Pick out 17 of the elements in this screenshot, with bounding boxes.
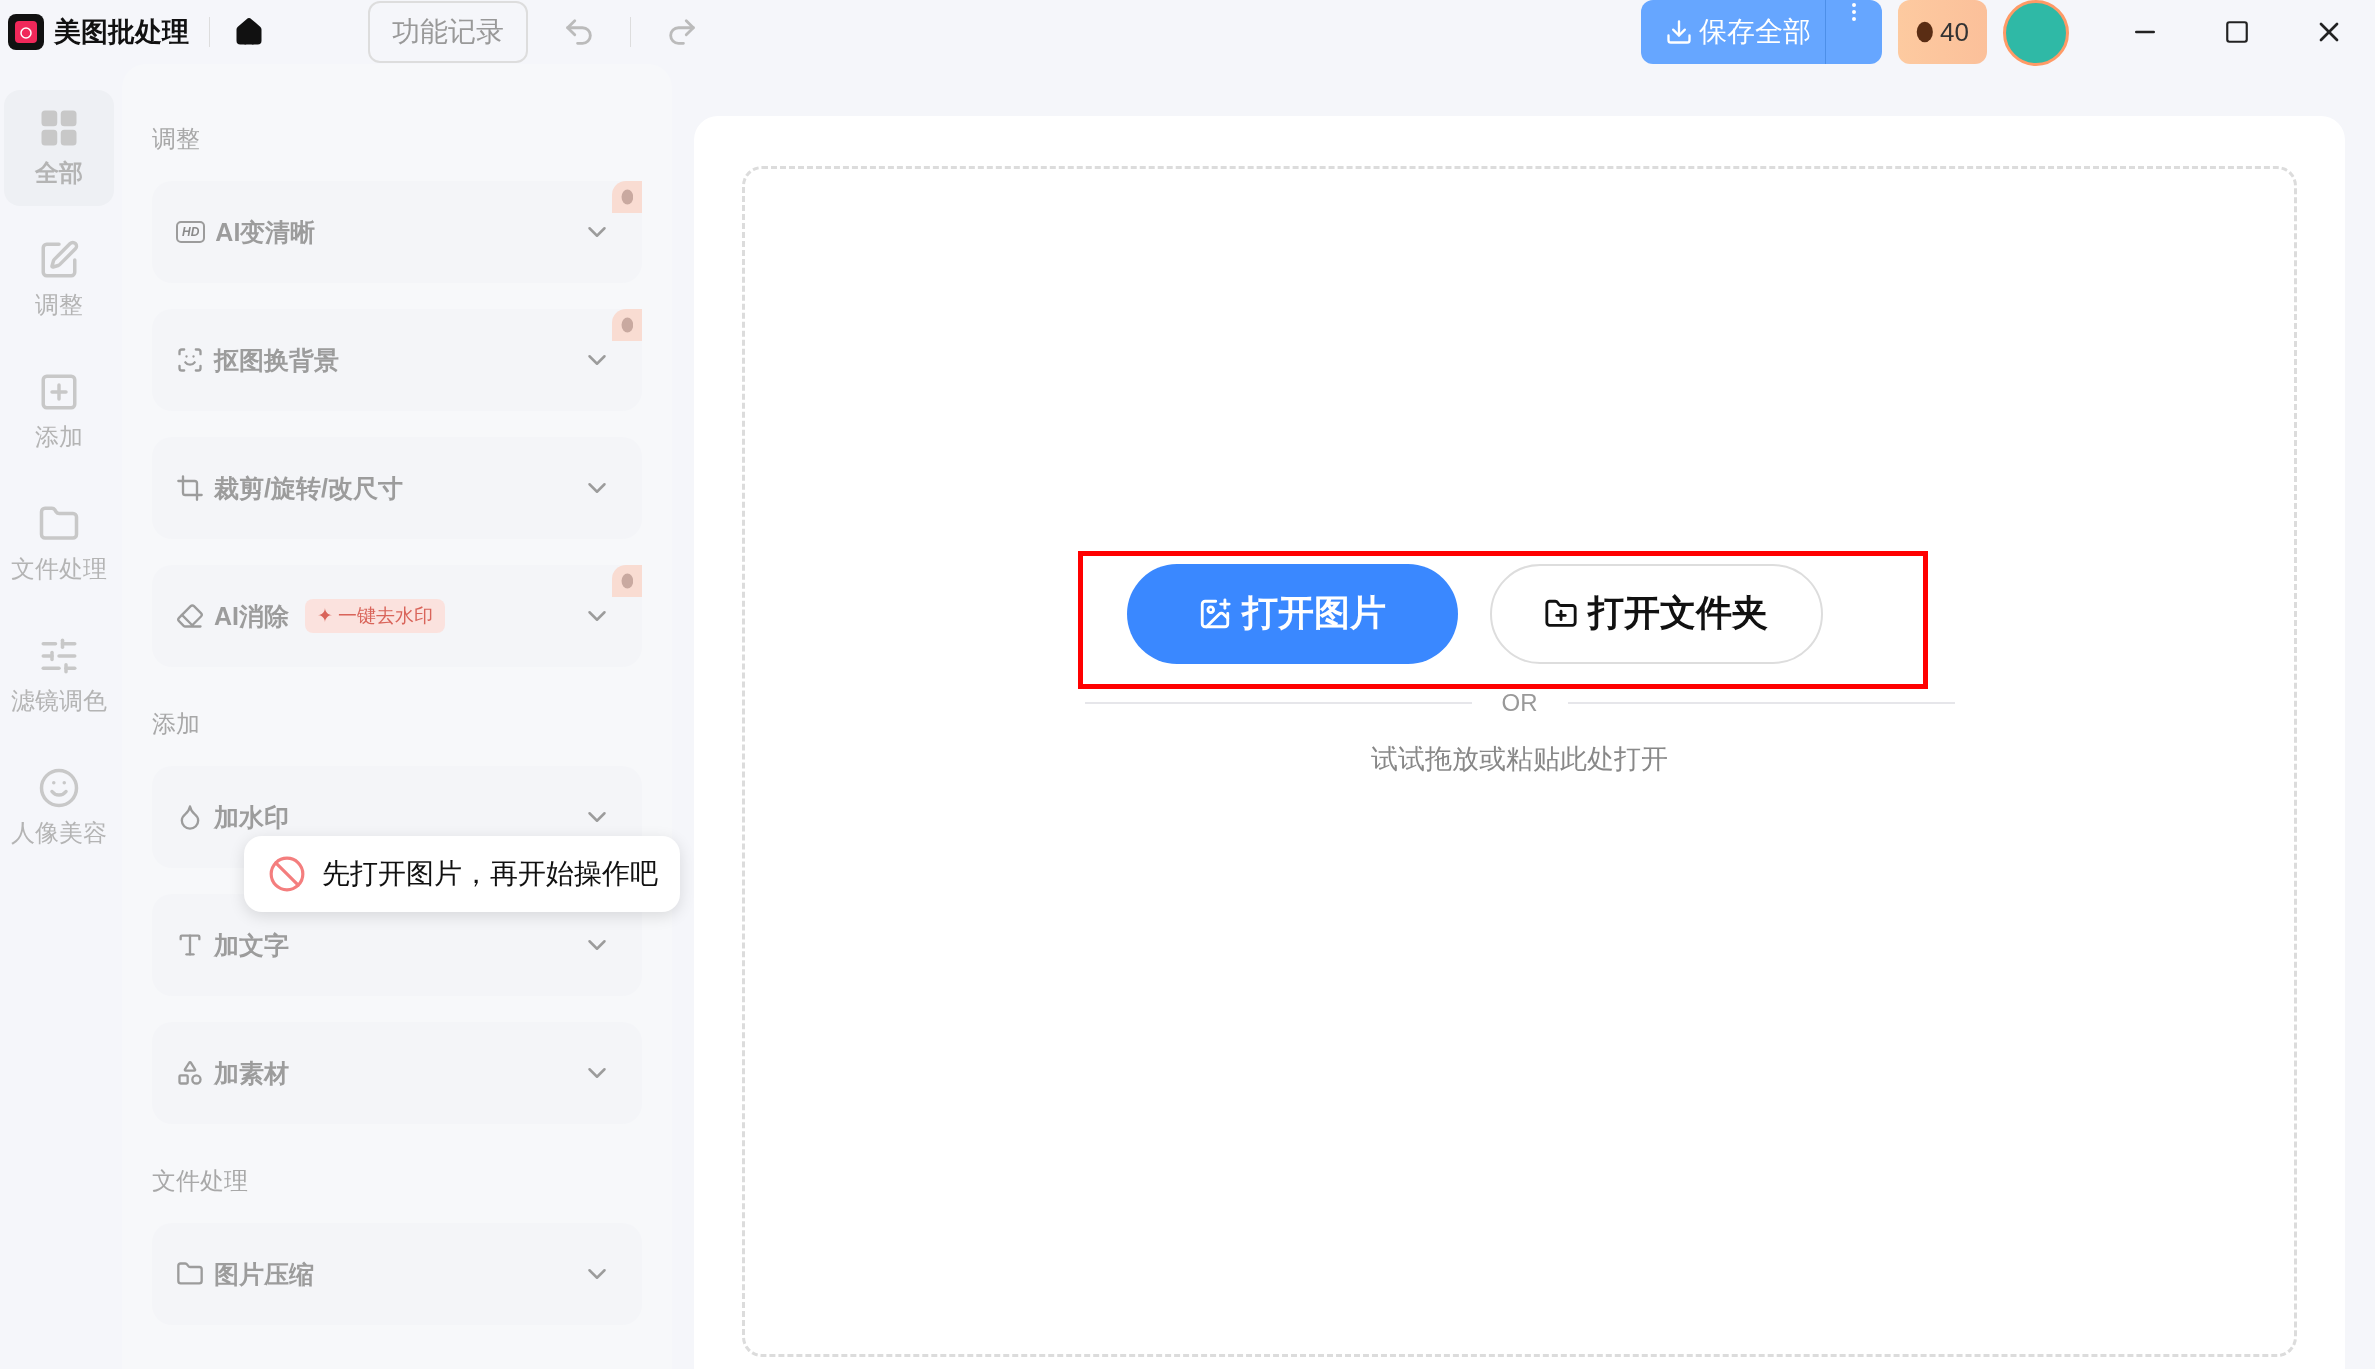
drop-hint: 试试拖放或粘贴此处打开: [1371, 742, 1668, 776]
tool-label: 裁剪/旋转/改尺寸: [214, 472, 403, 504]
or-divider: OR: [1501, 688, 1538, 717]
tool-label: AI变清晰: [215, 216, 316, 248]
tool-badge: ✦ 一键去水印: [305, 599, 446, 633]
section-title: 文件处理: [152, 1166, 249, 1196]
tool-label: 加素材: [214, 1057, 289, 1089]
tool-label: 加文字: [214, 929, 289, 961]
section-title: 调整: [152, 124, 201, 154]
tool-label: 抠图换背景: [214, 344, 339, 376]
tool-label: 加水印: [214, 801, 289, 833]
tool-label: AI消除: [214, 600, 289, 632]
app-title: 美图批处理: [54, 16, 189, 49]
tool-label: 图片压缩: [214, 1258, 314, 1290]
hd-icon: HD: [176, 220, 206, 244]
section-title: 添加: [152, 709, 201, 739]
coin-count: 40: [1940, 16, 1969, 48]
